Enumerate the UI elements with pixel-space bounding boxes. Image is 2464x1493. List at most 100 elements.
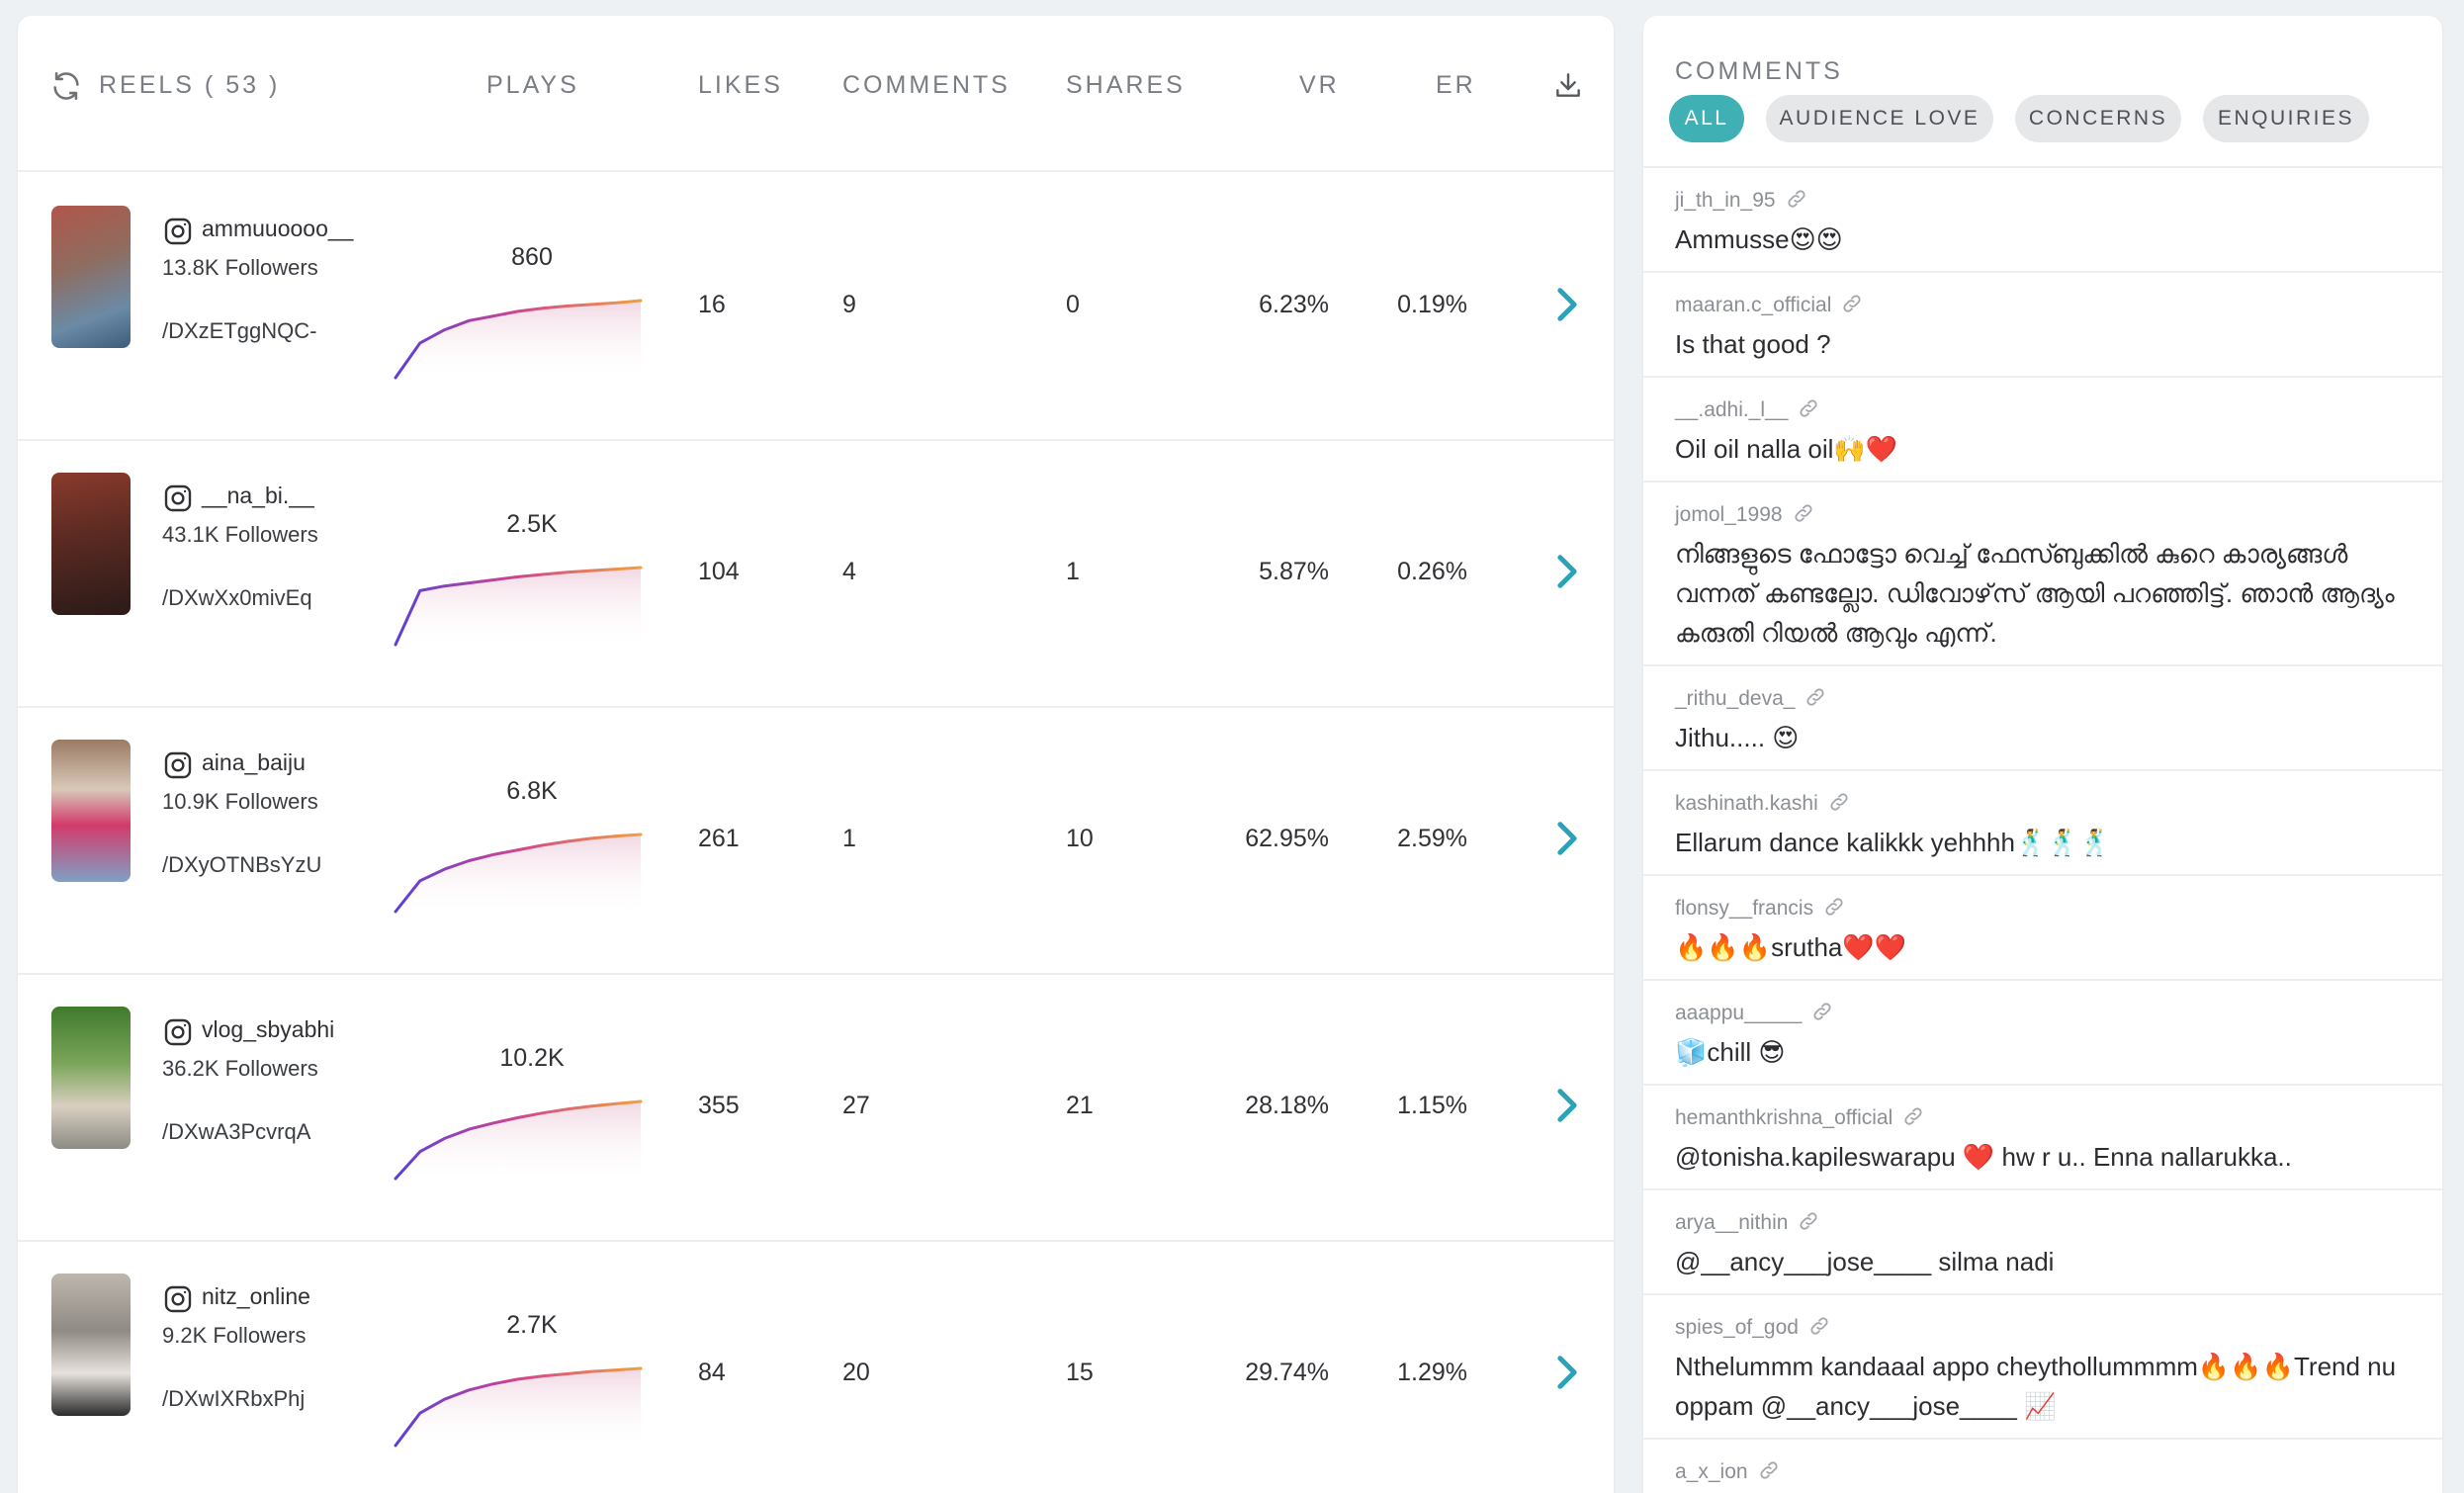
link-icon[interactable] xyxy=(1828,791,1850,813)
comment-username[interactable]: a_x_ion xyxy=(1675,1459,1780,1484)
link-icon[interactable] xyxy=(1902,1105,1924,1127)
reel-thumbnail[interactable] xyxy=(51,1273,131,1416)
comment-text: നിങ്ങളുടെ ഫോട്ടോ വെച്ച് ഫേസ്ബുക്കിൽ കുറെ… xyxy=(1675,539,2395,648)
er-value: 1.29% xyxy=(1397,1359,1467,1386)
comment-username-text[interactable]: __.adhi._l__ xyxy=(1675,398,1788,421)
comment-item: flonsy__francis 🔥🔥🔥srutha❤️❤️ xyxy=(1643,876,2442,981)
header-shares[interactable]: SHARES xyxy=(1066,71,1186,100)
likes-value: 355 xyxy=(698,1092,740,1119)
instagram-icon xyxy=(164,1285,192,1313)
link-icon[interactable] xyxy=(1841,293,1863,314)
reel-thumbnail[interactable] xyxy=(51,1007,131,1149)
refresh-icon[interactable] xyxy=(49,69,83,103)
comment-username-text[interactable]: flonsy__francis xyxy=(1675,897,1813,920)
comments-value: 20 xyxy=(842,1359,870,1386)
plays-value: 10.2K xyxy=(499,1044,565,1072)
comment-username[interactable]: __.adhi._l__ xyxy=(1675,397,1819,422)
shares-value: 1 xyxy=(1066,558,1080,585)
comment-username[interactable]: jomol_1998 xyxy=(1675,502,1814,527)
link-icon[interactable] xyxy=(1793,502,1814,524)
reel-followers: 36.2K Followers xyxy=(162,1056,318,1081)
comment-username-text[interactable]: _rithu_deva_ xyxy=(1675,687,1795,710)
comment-text: Is that good ? xyxy=(1675,329,1831,359)
comment-username[interactable]: arya__nithin xyxy=(1675,1210,1819,1235)
link-icon[interactable] xyxy=(1811,1001,1833,1022)
comment-username[interactable]: aaappu_____ xyxy=(1675,1001,1833,1025)
comment-text: Nthelummm kandaaal appo cheythollummmm🔥🔥… xyxy=(1675,1352,2397,1421)
link-icon[interactable] xyxy=(1823,896,1845,918)
reel-username[interactable]: nitz_online xyxy=(202,1283,310,1310)
reel-shortcode[interactable]: /DXwA3PcvrqA xyxy=(162,1119,310,1145)
comment-username-text[interactable]: arya__nithin xyxy=(1675,1211,1788,1234)
vr-value: 28.18% xyxy=(1245,1092,1329,1119)
header-vr[interactable]: VR xyxy=(1299,71,1340,100)
reel-username[interactable]: aina_baiju xyxy=(202,749,306,776)
comment-username[interactable]: kashinath.kashi xyxy=(1675,791,1850,816)
instagram-icon xyxy=(164,1018,192,1046)
link-icon[interactable] xyxy=(1798,1210,1819,1232)
comment-username[interactable]: maaran.c_official xyxy=(1675,293,1863,317)
header-likes[interactable]: LIKES xyxy=(698,71,783,100)
comments-value: 27 xyxy=(842,1092,870,1119)
shares-value: 0 xyxy=(1066,291,1080,318)
comment-username-text[interactable]: maaran.c_official xyxy=(1675,294,1831,316)
comment-username-text[interactable]: hemanthkrishna_official xyxy=(1675,1106,1892,1129)
header-er[interactable]: ER xyxy=(1436,71,1476,100)
comment-username-text[interactable]: jomol_1998 xyxy=(1675,503,1783,526)
reel-thumbnail[interactable] xyxy=(51,473,131,615)
filter-chip-audience-love[interactable]: AUDIENCE LOVE xyxy=(1766,95,1993,142)
link-icon[interactable] xyxy=(1808,1315,1830,1337)
comment-username[interactable]: _rithu_deva_ xyxy=(1675,686,1826,711)
reel-username[interactable]: ammuuoooo__ xyxy=(202,216,353,242)
comment-item: hemanthkrishna_official @tonisha.kapilesw… xyxy=(1643,1086,2442,1190)
reel-thumbnail[interactable] xyxy=(51,740,131,882)
er-value: 2.59% xyxy=(1397,825,1467,852)
comment-username[interactable]: ji_th_in_95 xyxy=(1675,188,1807,213)
likes-value: 104 xyxy=(698,558,740,585)
comment-username[interactable]: spies_of_god xyxy=(1675,1315,1830,1340)
header-reels: REELS ( 53 ) xyxy=(99,71,281,99)
filter-chip-concerns[interactable]: CONCERNS xyxy=(2015,95,2181,142)
reel-username[interactable]: __na_bi.__ xyxy=(202,483,314,509)
link-icon[interactable] xyxy=(1798,397,1819,419)
reel-followers: 9.2K Followers xyxy=(162,1323,307,1348)
filter-chip-all[interactable]: ALL xyxy=(1669,95,1744,142)
comment-text: Oil oil nalla oil🙌❤️ xyxy=(1675,434,1898,464)
reel-shortcode[interactable]: /DXwIXRbxPhj xyxy=(162,1386,305,1412)
chevron-right-icon[interactable] xyxy=(1552,552,1582,591)
comment-username-text[interactable]: aaappu_____ xyxy=(1675,1002,1802,1024)
link-icon[interactable] xyxy=(1804,686,1826,708)
header-comments[interactable]: COMMENTS xyxy=(842,71,1011,100)
chevron-right-icon[interactable] xyxy=(1552,1086,1582,1125)
comment-username-text[interactable]: a_x_ion xyxy=(1675,1460,1748,1483)
filter-chip-enquiries[interactable]: ENQUIRIES xyxy=(2203,95,2369,142)
comment-username[interactable]: flonsy__francis xyxy=(1675,896,1845,921)
plays-sparkline xyxy=(394,1366,643,1449)
comment-username-text[interactable]: ji_th_in_95 xyxy=(1675,189,1776,212)
link-icon[interactable] xyxy=(1758,1459,1780,1481)
comment-username[interactable]: hemanthkrishna_official xyxy=(1675,1105,1924,1130)
likes-value: 261 xyxy=(698,825,740,852)
comment-item: spies_of_god Nthelummm kandaaal appo chey… xyxy=(1643,1295,2442,1440)
reel-thumbnail[interactable] xyxy=(51,206,131,348)
comments-title: COMMENTS xyxy=(1675,57,1843,85)
reel-shortcode[interactable]: /DXwXx0mivEq xyxy=(162,585,312,611)
chevron-right-icon[interactable] xyxy=(1552,1353,1582,1392)
comment-item: arya__nithin @__ancy___jose____ silma nad… xyxy=(1643,1190,2442,1295)
reel-shortcode[interactable]: /DXyOTNBsYzU xyxy=(162,852,321,878)
header-plays[interactable]: PLAYS xyxy=(486,71,579,100)
comment-text: Ammusse😍😍 xyxy=(1675,224,1843,254)
chevron-right-icon[interactable] xyxy=(1552,285,1582,324)
comment-username-text[interactable]: spies_of_god xyxy=(1675,1316,1799,1339)
download-icon[interactable] xyxy=(1552,69,1584,101)
chevron-right-icon[interactable] xyxy=(1552,819,1582,858)
reels-panel: REELS ( 53 ) PLAYS LIKES COMMENTS SHARES… xyxy=(18,16,1614,1493)
reel-shortcode[interactable]: /DXzETggNQC- xyxy=(162,318,316,344)
reel-username[interactable]: vlog_sbyabhi xyxy=(202,1016,334,1043)
reel-followers: 43.1K Followers xyxy=(162,522,318,547)
comment-username-text[interactable]: kashinath.kashi xyxy=(1675,792,1818,815)
link-icon[interactable] xyxy=(1786,188,1807,210)
reel-followers: 13.8K Followers xyxy=(162,255,318,280)
vr-value: 62.95% xyxy=(1245,825,1329,852)
vr-value: 29.74% xyxy=(1245,1359,1329,1386)
